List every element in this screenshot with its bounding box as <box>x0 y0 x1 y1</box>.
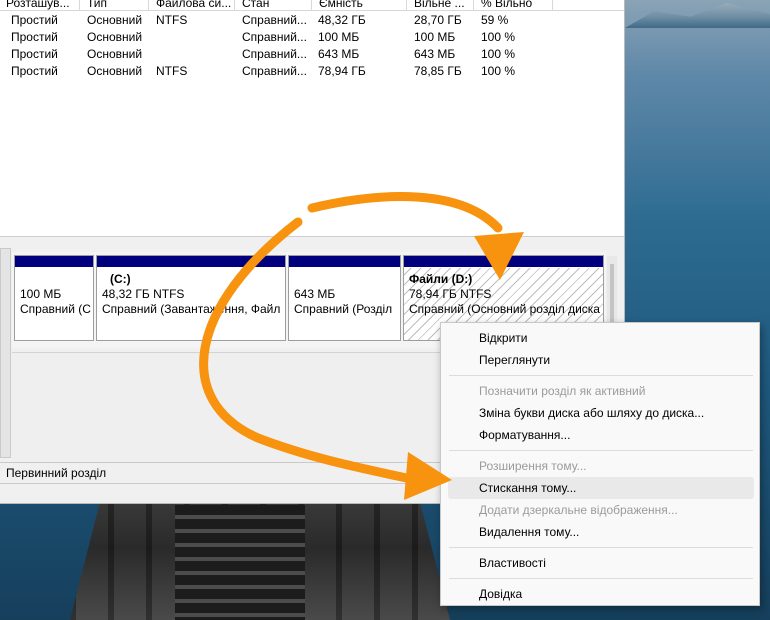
menu-item-open[interactable]: Відкрити <box>448 327 754 349</box>
volume-list: Розташув... Тип Файлова си... Стан Ємніс… <box>0 0 624 237</box>
partition-c[interactable]: (C:) 48,32 ГБ NTFS Справний (Завантаженн… <box>96 255 286 341</box>
cell-status: Справний... <box>242 47 307 61</box>
cell-layout: Простий <box>11 13 58 27</box>
cell-percent-free: 100 % <box>481 47 516 61</box>
menu-item-format[interactable]: Форматування... <box>448 424 754 446</box>
partition-header-bar <box>289 256 400 268</box>
partition-header-bar <box>404 256 603 268</box>
cell-layout: Простий <box>11 30 58 44</box>
table-row[interactable]: Простий Основний NTFS Справний... 78,94 … <box>0 63 624 80</box>
column-header-capacity[interactable]: Ємність <box>313 0 407 11</box>
cell-status: Справний... <box>242 30 307 44</box>
menu-item-help[interactable]: Довідка <box>448 583 754 605</box>
cell-free-space: 643 МБ <box>414 47 456 61</box>
cell-filesystem: NTFS <box>156 64 188 78</box>
cell-percent-free: 59 % <box>481 13 509 27</box>
cell-percent-free: 100 % <box>481 64 516 78</box>
partition-name: (C:) <box>110 272 131 286</box>
column-header-layout[interactable]: Розташув... <box>0 0 80 11</box>
menu-separator <box>449 578 753 579</box>
menu-item-mark-active: Позначити розділ як активний <box>479 384 646 398</box>
table-row[interactable]: Простий Основний NTFS Справний... 48,32 … <box>0 12 624 29</box>
column-header-filesystem[interactable]: Файлова си... <box>150 0 235 11</box>
cell-type: Основний <box>87 47 143 61</box>
cell-capacity: 643 МБ <box>318 47 360 61</box>
partition-name <box>20 272 93 287</box>
cell-percent-free: 100 % <box>481 30 516 44</box>
scrollbar-thumb[interactable] <box>610 264 614 328</box>
context-menu: Відкрити Переглянути Позначити розділ як… <box>440 322 760 606</box>
cell-layout: Простий <box>11 64 58 78</box>
cell-filesystem: NTFS <box>156 13 188 27</box>
partition-name <box>294 272 400 287</box>
partition-size: 78,94 ГБ NTFS <box>409 287 492 301</box>
partition-size: 48,32 ГБ NTFS <box>102 287 185 301</box>
wallpaper-pier-stairs <box>175 505 305 620</box>
partition-status: Справний (Завантаження, Файл <box>102 302 281 316</box>
table-row[interactable]: Простий Основний Справний... 100 МБ 100 … <box>0 29 624 46</box>
cell-free-space: 100 МБ <box>414 30 456 44</box>
menu-item-add-mirror: Додати дзеркальне відображення... <box>479 503 678 517</box>
menu-item-shrink-volume[interactable]: Стискання тому... <box>448 477 754 499</box>
partition-header-bar <box>97 256 285 268</box>
legend-primary-partition: Первинний розділ <box>6 466 107 480</box>
menu-separator <box>449 547 753 548</box>
menu-item-explore[interactable]: Переглянути <box>448 349 754 371</box>
column-header-percent-free[interactable]: % Вільно <box>475 0 553 11</box>
volume-list-header: Розташув... Тип Файлова си... Стан Ємніс… <box>0 0 624 11</box>
cell-type: Основний <box>87 30 143 44</box>
cell-capacity: 100 МБ <box>318 30 360 44</box>
cell-free-space: 28,70 ГБ <box>414 13 462 27</box>
partition-status: Справний (Розділ <box>294 302 393 316</box>
menu-item-properties[interactable]: Властивості <box>448 552 754 574</box>
column-header-type[interactable]: Тип <box>81 0 149 11</box>
partition-name: Файли (D:) <box>409 272 473 286</box>
disk-label-column <box>0 248 11 458</box>
menu-item-extend-volume: Розширення тому... <box>479 459 587 473</box>
cell-capacity: 48,32 ГБ <box>318 13 366 27</box>
partition-size: 643 МБ <box>294 287 336 301</box>
cell-capacity: 78,94 ГБ <box>318 64 366 78</box>
cell-type: Основний <box>87 64 143 78</box>
partition-system-reserved[interactable]: 100 МБ Справний (С <box>14 255 94 341</box>
menu-separator <box>449 450 753 451</box>
cell-type: Основний <box>87 13 143 27</box>
column-header-free-space[interactable]: Вільне ... <box>408 0 474 11</box>
partition-status: Справний (С <box>20 302 91 316</box>
partition-status: Справний (Основний розділ диска <box>409 302 600 316</box>
menu-separator <box>449 375 753 376</box>
wallpaper-mountains <box>625 2 770 28</box>
cell-status: Справний... <box>242 13 307 27</box>
cell-layout: Простий <box>11 47 58 61</box>
menu-item-change-drive-letter[interactable]: Зміна букви диска або шляху до диска... <box>448 402 754 424</box>
partition-header-bar <box>15 256 93 268</box>
column-header-status[interactable]: Стан <box>236 0 312 11</box>
cell-status: Справний... <box>242 64 307 78</box>
cell-free-space: 78,85 ГБ <box>414 64 462 78</box>
partition-recovery[interactable]: 643 МБ Справний (Розділ <box>288 255 401 341</box>
table-row[interactable]: Простий Основний Справний... 643 МБ 643 … <box>0 46 624 63</box>
partition-size: 100 МБ <box>20 287 62 301</box>
menu-item-delete-volume[interactable]: Видалення тому... <box>448 521 754 543</box>
